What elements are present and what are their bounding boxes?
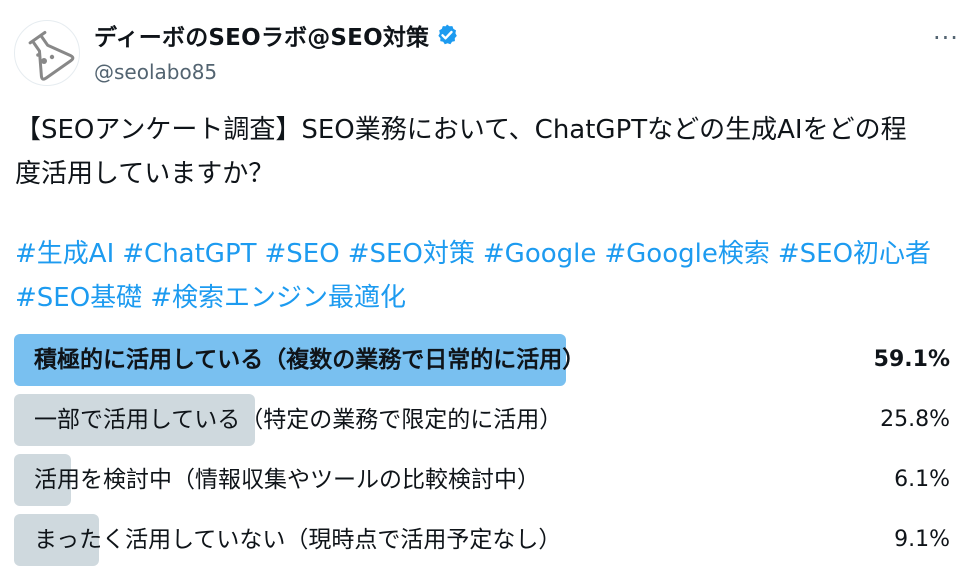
tweet-text-line: 度活用していますか？ <box>15 159 275 189</box>
tweet-text-line: 【SEOアンケート調査】SEO業務において、ChatGPTなどの生成AIをどの程 <box>15 115 907 145</box>
tweet-header: ディーボのSEOラボ@SEO対策 @seolabo85 ··· <box>14 14 964 86</box>
poll-option-percent: 9.1% <box>894 527 950 552</box>
poll-option-percent: 25.8% <box>880 407 950 432</box>
author-handle[interactable]: @seolabo85 <box>94 60 459 84</box>
hashtag-link[interactable]: #SEO <box>265 239 340 269</box>
author-avatar[interactable] <box>14 20 80 86</box>
hashtag-link[interactable]: #生成AI <box>15 239 114 269</box>
hashtag-link[interactable]: #SEO初心者 <box>778 239 931 269</box>
hashtag-list: #生成AI #ChatGPT #SEO #SEO対策 #Google #Google検索 #… <box>15 232 960 320</box>
poll-option: 積極的に活用している（複数の業務で日常的に活用） 59.1% <box>14 334 950 386</box>
poll-option: 一部で活用している（特定の業務で限定的に活用） 25.8% <box>14 394 950 446</box>
more-options-button[interactable]: ··· <box>928 24 964 52</box>
poll-option-percent: 6.1% <box>894 467 950 492</box>
hashtag-link[interactable]: #ChatGPT <box>122 239 256 269</box>
hashtag-link[interactable]: #SEO対策 <box>348 239 475 269</box>
tweet-text: 【SEOアンケート調査】SEO業務において、ChatGPTなどの生成AIをどの程… <box>15 108 960 196</box>
poll: 積極的に活用している（複数の業務で日常的に活用） 59.1% 一部で活用している… <box>14 334 950 574</box>
verified-badge-icon <box>438 24 458 45</box>
hashtag-link[interactable]: #SEO基礎 <box>15 283 142 313</box>
poll-option: まったく活用していない（現時点で活用予定なし） 9.1% <box>14 514 950 566</box>
poll-option-label: 活用を検討中（情報収集やツールの比較検討中） <box>34 467 540 493</box>
flask-icon <box>28 31 75 81</box>
author-display-name[interactable]: ディーボのSEOラボ@SEO対策 <box>94 18 429 52</box>
poll-option: 活用を検討中（情報収集やツールの比較検討中） 6.1% <box>14 454 950 506</box>
poll-option-percent: 59.1% <box>873 347 950 372</box>
hashtag-link[interactable]: #Google <box>483 239 596 269</box>
hashtag-link[interactable]: #検索エンジン最適化 <box>150 283 406 313</box>
hashtag-link[interactable]: #Google検索 <box>604 239 769 269</box>
poll-option-label: まったく活用していない（現時点で活用予定なし） <box>34 527 562 553</box>
poll-option-label: 一部で活用している（特定の業務で限定的に活用） <box>34 407 563 433</box>
poll-option-label: 積極的に活用している（複数の業務で日常的に活用） <box>34 347 586 373</box>
